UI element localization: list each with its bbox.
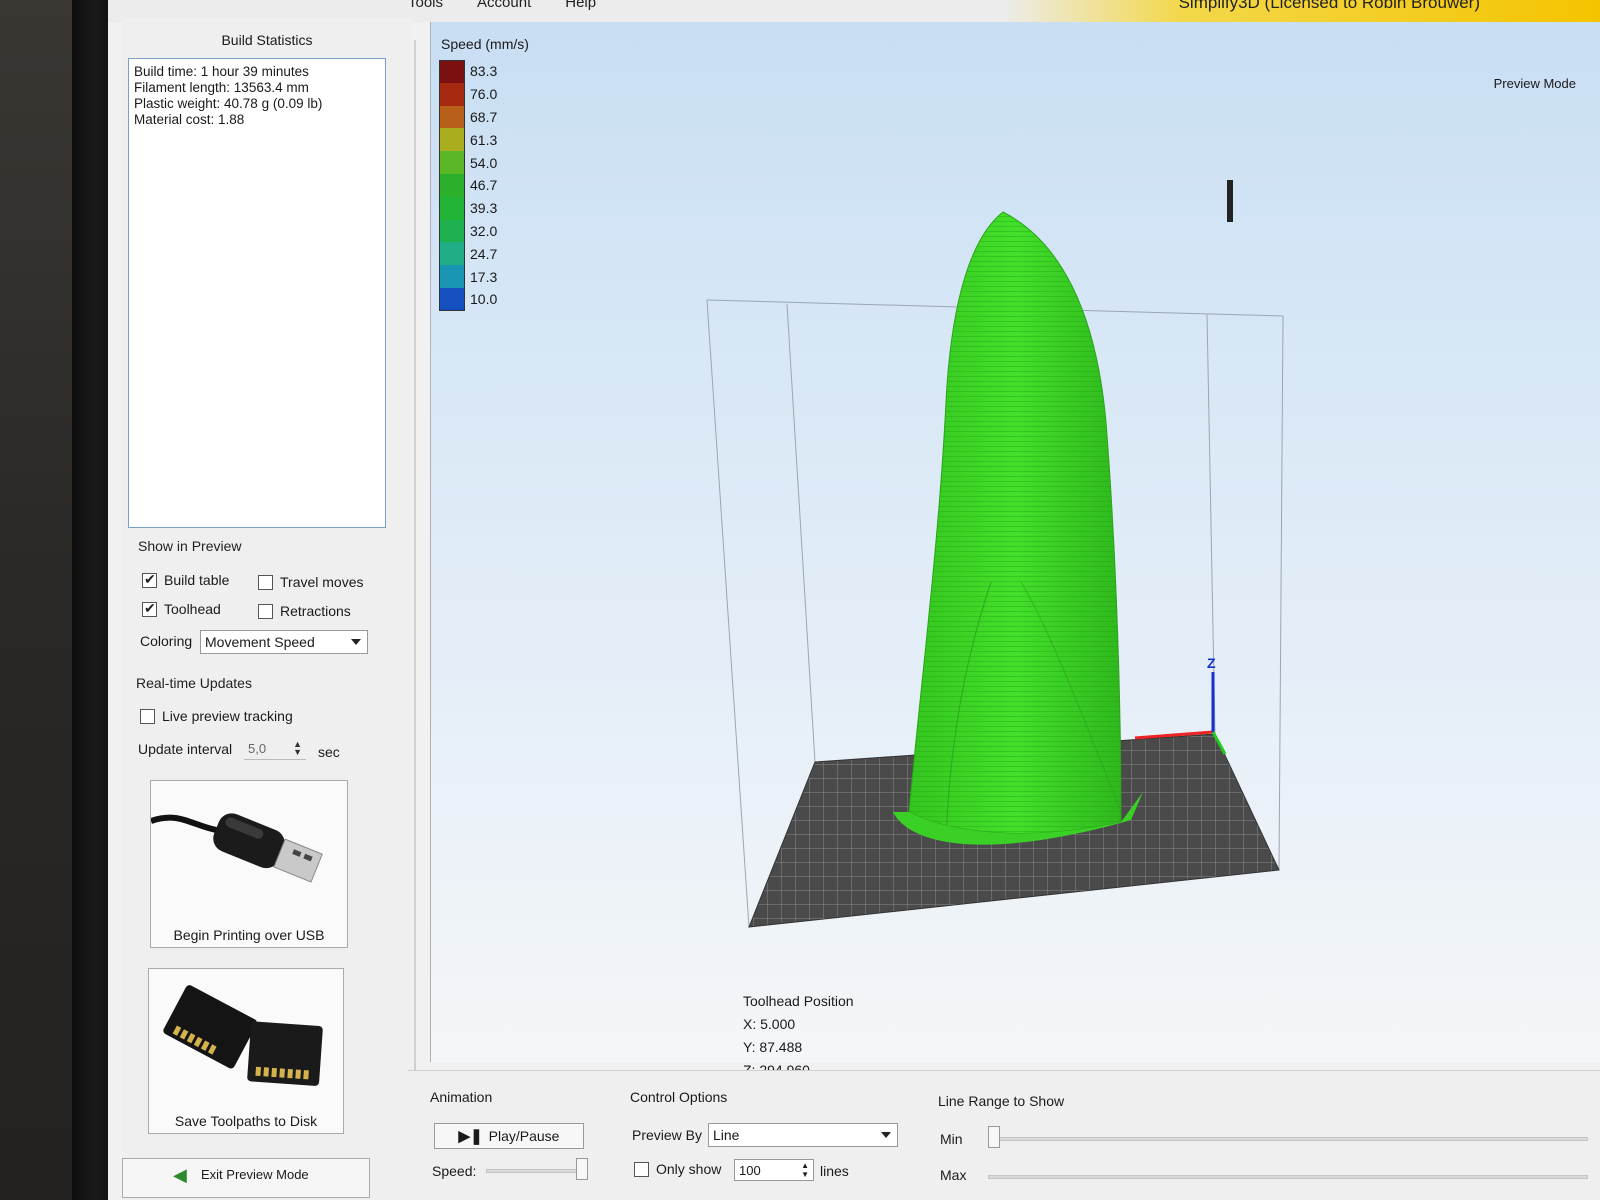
begin-printing-usb-label: Begin Printing over USB xyxy=(173,927,325,943)
live-preview-tracking-label: Live preview tracking xyxy=(162,708,293,724)
printed-model xyxy=(893,211,1143,845)
only-show-label: Only show xyxy=(656,1161,722,1177)
toolhead-label: Toolhead xyxy=(164,601,221,617)
retractions-checkbox[interactable]: Retractions xyxy=(258,603,351,619)
build-volume-scene: Z xyxy=(706,180,1284,928)
line-range-min-slider[interactable] xyxy=(988,1137,1588,1141)
play-pause-label: Play/Pause xyxy=(488,1128,560,1144)
stat-material-cost: Material cost: 1.88 xyxy=(134,112,245,127)
animation-speed-slider[interactable] xyxy=(486,1169,588,1173)
menu-item-tools[interactable]: Tools xyxy=(408,0,443,11)
stat-filament-length: Filament length: 13563.4 mm xyxy=(134,80,309,95)
only-show-value: 100 xyxy=(739,1163,761,1178)
exit-preview-label: Exit Preview Mode xyxy=(201,1167,309,1182)
play-pause-icon: ▶❚ xyxy=(458,1128,483,1145)
toolhead-position-title: Toolhead Position xyxy=(743,993,854,1009)
live-preview-tracking-checkbox[interactable]: Live preview tracking xyxy=(140,708,293,724)
toolhead-x: X: 5.000 xyxy=(743,1016,796,1032)
save-toolpaths-button[interactable]: Save Toolpaths to Disk xyxy=(148,968,344,1134)
preview-by-label: Preview By xyxy=(632,1127,703,1143)
chevron-down-icon xyxy=(351,639,361,645)
build-table-checkbox[interactable]: Build table xyxy=(142,571,230,588)
window-title: Simplify3D (Licensed to Robin Brouwer) xyxy=(1178,0,1480,12)
panel-divider xyxy=(414,40,416,1070)
live-preview-tracking-checkbox-box[interactable] xyxy=(140,708,155,724)
update-interval-label: Update interval xyxy=(138,741,233,757)
retractions-label: Retractions xyxy=(280,603,351,619)
animation-title: Animation xyxy=(430,1089,493,1105)
menu-item-account[interactable]: Account xyxy=(477,0,531,11)
toolhead-marker xyxy=(1227,180,1233,222)
toolhead-checkbox-box[interactable] xyxy=(142,600,157,617)
coloring-select[interactable]: Movement Speed xyxy=(200,630,368,654)
toolhead-checkbox[interactable]: Toolhead xyxy=(142,600,221,617)
exit-arrow-icon: ◀ xyxy=(173,1165,187,1185)
coloring-select-value: Movement Speed xyxy=(205,634,315,650)
sd-card-icon xyxy=(163,985,323,1086)
menu-item-help[interactable]: Help xyxy=(565,0,596,11)
build-table-label: Build table xyxy=(164,572,230,588)
spinner-arrows-icon[interactable]: ▲ ▼ xyxy=(801,1161,809,1179)
line-range-title: Line Range to Show xyxy=(938,1093,1065,1109)
spinner-arrows-icon[interactable]: ▲ ▼ xyxy=(293,740,302,757)
build-statistics-title: Build Statistics xyxy=(221,32,313,48)
line-range-max-label: Max xyxy=(940,1167,967,1183)
line-range-max-slider[interactable] xyxy=(988,1175,1588,1179)
begin-printing-usb-button[interactable]: Begin Printing over USB xyxy=(150,780,348,948)
only-show-checkbox-box[interactable] xyxy=(634,1161,649,1177)
chevron-down-icon xyxy=(881,1132,891,1138)
only-show-spinbox[interactable]: 100 ▲ ▼ xyxy=(734,1159,814,1181)
save-toolpaths-label: Save Toolpaths to Disk xyxy=(174,1113,318,1129)
z-axis-label: Z xyxy=(1207,655,1216,671)
only-show-checkbox[interactable]: Only show xyxy=(634,1161,721,1177)
retractions-checkbox-box[interactable] xyxy=(258,603,273,619)
update-interval-unit: sec xyxy=(318,744,340,760)
animation-speed-thumb[interactable] xyxy=(576,1158,588,1180)
preview-by-select[interactable]: Line xyxy=(708,1123,898,1147)
travel-moves-checkbox-box[interactable] xyxy=(258,574,273,590)
travel-moves-checkbox[interactable]: Travel moves xyxy=(258,574,364,590)
travel-moves-label: Travel moves xyxy=(280,574,364,590)
speed-label: Speed: xyxy=(432,1163,477,1179)
stat-plastic-weight: Plastic weight: 40.78 g (0.09 lb) xyxy=(134,96,323,111)
coloring-label: Coloring xyxy=(140,633,193,649)
show-in-preview-title: Show in Preview xyxy=(138,538,242,554)
build-statistics-box: Build time: 1 hour 39 minutes Filament l… xyxy=(128,58,386,528)
update-interval-spinbox[interactable]: 5,0 ▲ ▼ xyxy=(244,738,306,760)
3d-preview-viewport[interactable]: Speed (mm/s) 83.3 76.0 68.7 61.3 54.0 46.7 39.… xyxy=(430,22,1600,1078)
left-panel: Build Statistics Build time: 1 hour 39 m… xyxy=(122,18,412,1200)
bottom-control-panel: Animation ▶❚ Play/Pause Speed: Control O… xyxy=(408,1070,1600,1200)
toolhead-position: Toolhead Position X: 5.000 Y: 87.488 Z: … xyxy=(743,990,854,1082)
menu-bar: Tools Account Help xyxy=(408,0,596,11)
build-table-checkbox-box[interactable] xyxy=(142,571,157,588)
stat-build-time: Build time: 1 hour 39 minutes xyxy=(134,64,309,79)
line-range-min-label: Min xyxy=(940,1131,963,1147)
preview-by-value: Line xyxy=(713,1127,740,1143)
play-pause-button[interactable]: ▶❚ Play/Pause xyxy=(434,1123,584,1149)
monitor-bezel xyxy=(72,0,112,1200)
exit-preview-button[interactable]: ◀ Exit Preview Mode xyxy=(122,1158,370,1198)
control-options-title: Control Options xyxy=(630,1089,728,1105)
only-show-unit: lines xyxy=(820,1163,849,1179)
app-window: Tools Account Help Simplify3D (Licensed … xyxy=(108,0,1600,1200)
line-range-min-thumb[interactable] xyxy=(988,1126,1000,1148)
realtime-updates-title: Real-time Updates xyxy=(136,675,252,691)
toolhead-y: Y: 87.488 xyxy=(743,1039,803,1055)
update-interval-value: 5,0 xyxy=(248,741,267,756)
usb-cable-icon xyxy=(150,813,323,883)
